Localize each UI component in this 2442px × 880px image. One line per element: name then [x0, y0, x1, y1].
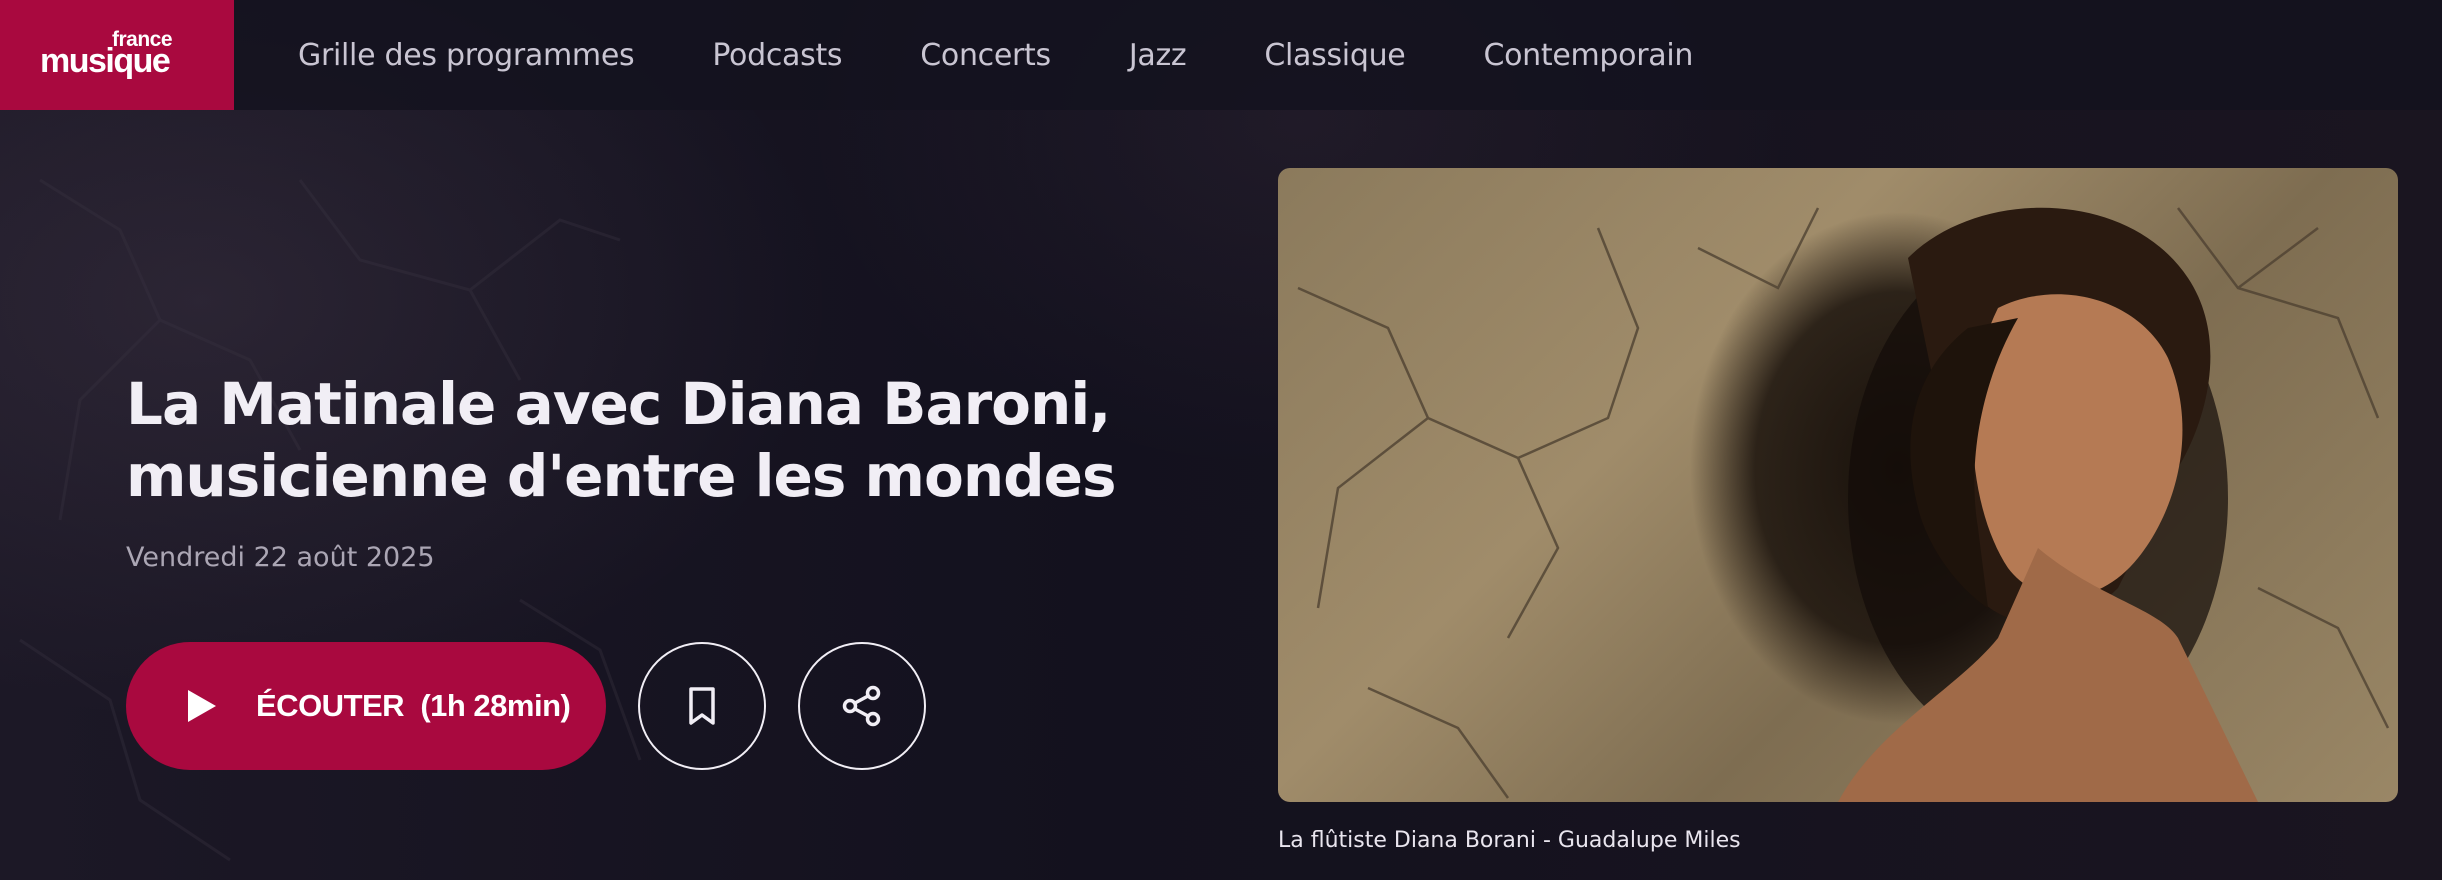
top-navigation: france musique Grille des programmes Pod…: [0, 0, 2442, 110]
listen-button[interactable]: ÉCOUTER (1h 28min): [126, 642, 606, 770]
nav-link-classique[interactable]: Classique: [1264, 38, 1405, 73]
nav-link-grille[interactable]: Grille des programmes: [298, 38, 635, 73]
main-nav: Grille des programmes Podcasts Concerts …: [298, 0, 1771, 110]
episode-image: [1278, 168, 2398, 802]
share-icon: [842, 685, 881, 727]
episode-image-illustration: [1297, 207, 2390, 802]
nav-link-contemporain[interactable]: Contemporain: [1483, 38, 1693, 73]
episode-title: La Matinale avec Diana Baroni, musicienn…: [126, 368, 1246, 512]
nav-link-podcasts[interactable]: Podcasts: [712, 38, 842, 73]
play-icon: [188, 690, 216, 722]
bookmark-button[interactable]: [638, 642, 766, 770]
france-musique-logo[interactable]: france musique: [0, 0, 234, 110]
logo-line-2: musique: [40, 42, 171, 80]
listen-label: ÉCOUTER (1h 28min): [256, 688, 571, 724]
bookmark-icon: [689, 687, 715, 725]
episode-date: Vendredi 22 août 2025: [126, 542, 435, 573]
episode-title-line-2: musicienne d'entre les mondes: [126, 442, 1116, 510]
listen-text: ÉCOUTER: [256, 688, 405, 723]
nav-link-concerts[interactable]: Concerts: [920, 38, 1051, 73]
episode-duration: (1h 28min): [420, 688, 571, 723]
share-button[interactable]: [798, 642, 926, 770]
nav-link-jazz[interactable]: Jazz: [1129, 38, 1187, 73]
episode-title-line-1: La Matinale avec Diana Baroni,: [126, 370, 1111, 438]
image-caption: La flûtiste Diana Borani - Guadalupe Mil…: [1278, 828, 1741, 853]
